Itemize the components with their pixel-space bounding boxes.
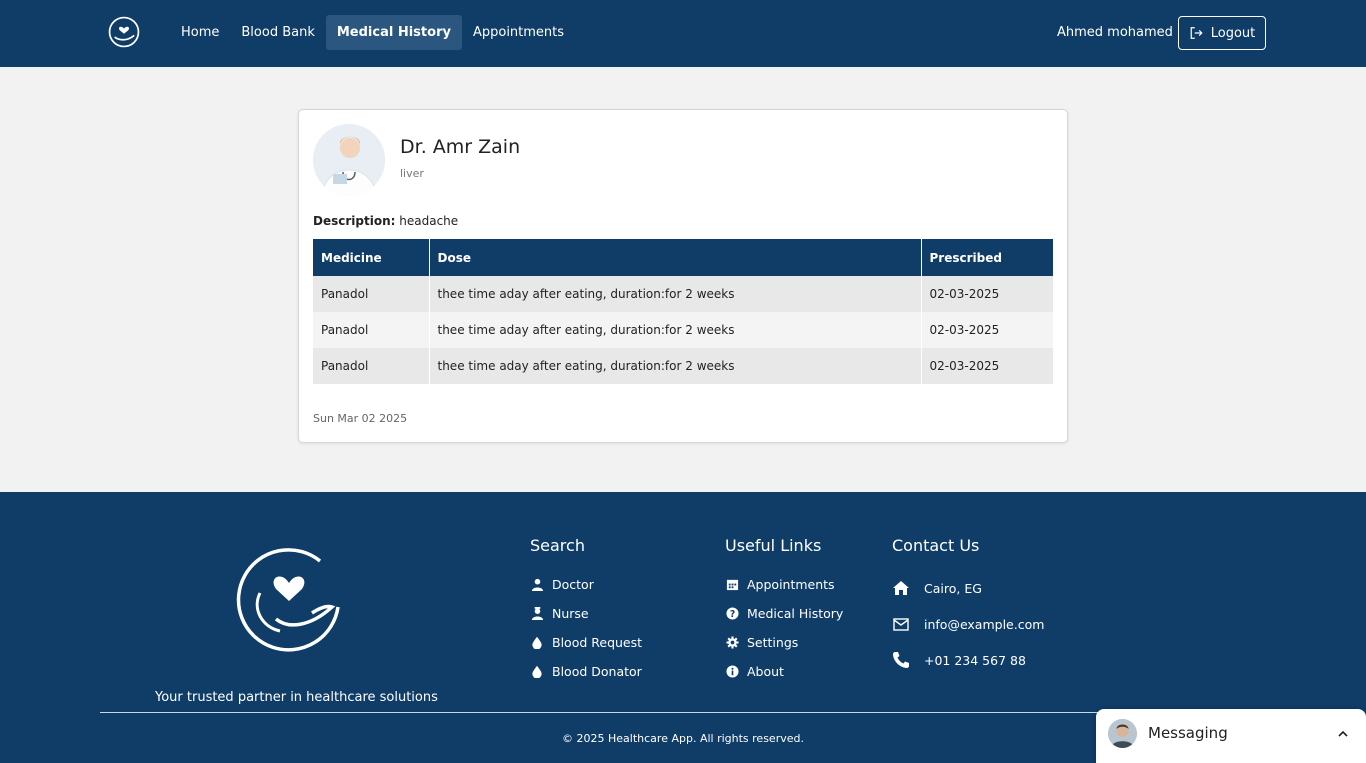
doctor-photo-icon bbox=[313, 124, 385, 196]
heart-hand-logo-icon[interactable] bbox=[107, 15, 141, 49]
contact-address: Cairo, EG bbox=[892, 570, 1044, 606]
footer-link-label: Medical History bbox=[747, 606, 844, 621]
footer-contact-column: Contact Us Cairo, EG info@example.com +0… bbox=[892, 536, 1044, 678]
user-photo-icon bbox=[1108, 719, 1137, 748]
footer-search-column: Search Doctor Nurse Blood Request Blood … bbox=[530, 536, 642, 686]
header-prescribed: Prescribed bbox=[921, 239, 1053, 276]
table-row: Panadol thee time aday after eating, dur… bbox=[313, 348, 1053, 384]
contact-label: Cairo, EG bbox=[924, 580, 982, 596]
medical-record-card: Dr. Amr Zain liver Description: headache… bbox=[298, 109, 1068, 443]
envelope-icon bbox=[892, 615, 910, 633]
info-icon bbox=[725, 665, 739, 679]
table-header-row: Medicine Dose Prescribed bbox=[313, 239, 1053, 276]
nav-home[interactable]: Home bbox=[170, 15, 230, 50]
table-row: Panadol thee time aday after eating, dur… bbox=[313, 276, 1053, 312]
header-medicine: Medicine bbox=[313, 239, 430, 276]
footer-useful-links-column: Useful Links Appointments ? Medical Hist… bbox=[725, 536, 843, 686]
footer-link-medical-history[interactable]: ? Medical History bbox=[725, 599, 843, 628]
cell-dose: thee time aday after eating, duration:fo… bbox=[429, 312, 922, 348]
calendar-icon bbox=[725, 578, 739, 592]
nav-links: Home Blood Bank Medical History Appointm… bbox=[170, 15, 575, 50]
doctor-specialty: liver bbox=[400, 167, 424, 180]
question-circle-icon: ? bbox=[725, 607, 739, 621]
table-row: Panadol thee time aday after eating, dur… bbox=[313, 312, 1053, 348]
doctor-avatar bbox=[313, 124, 385, 196]
contact-label: info@example.com bbox=[924, 616, 1045, 632]
cell-prescribed: 02-03-2025 bbox=[921, 312, 1053, 348]
description-label: Description: bbox=[313, 214, 396, 228]
footer-link-label: Doctor bbox=[552, 577, 594, 592]
messaging-widget[interactable]: Messaging bbox=[1096, 709, 1366, 763]
contact-phone[interactable]: +01 234 567 88 bbox=[892, 642, 1044, 678]
footer-link-blood-donator[interactable]: Blood Donator bbox=[530, 657, 642, 686]
header-dose: Dose bbox=[429, 239, 922, 276]
nav-medical-history[interactable]: Medical History bbox=[325, 15, 462, 50]
description-value: headache bbox=[399, 214, 459, 228]
record-date: Sun Mar 02 2025 bbox=[313, 412, 408, 425]
logout-button[interactable]: Logout bbox=[1178, 16, 1266, 50]
blood-drop-icon bbox=[530, 665, 544, 679]
messaging-label: Messaging bbox=[1148, 724, 1228, 742]
footer-link-label: Appointments bbox=[747, 577, 835, 592]
footer-link-doctor[interactable]: Doctor bbox=[530, 570, 642, 599]
home-icon bbox=[892, 579, 910, 597]
contact-label: +01 234 567 88 bbox=[924, 652, 1026, 668]
footer-link-label: Blood Request bbox=[552, 635, 643, 650]
cell-medicine: Panadol bbox=[313, 312, 430, 348]
top-navbar: Home Blood Bank Medical History Appointm… bbox=[0, 0, 1366, 67]
logout-label: Logout bbox=[1210, 25, 1256, 41]
svg-text:?: ? bbox=[729, 609, 734, 620]
description: Description: headache bbox=[313, 214, 458, 228]
footer-contact-title: Contact Us bbox=[892, 536, 980, 555]
nurse-icon bbox=[530, 607, 544, 621]
cell-prescribed: 02-03-2025 bbox=[921, 276, 1053, 312]
chevron-up-icon[interactable] bbox=[1336, 727, 1350, 741]
nav-appointments[interactable]: Appointments bbox=[462, 15, 575, 50]
doctor-icon bbox=[530, 578, 544, 592]
contact-email[interactable]: info@example.com bbox=[892, 606, 1044, 642]
footer-link-label: Nurse bbox=[552, 606, 589, 621]
footer-link-about[interactable]: About bbox=[725, 657, 843, 686]
cell-medicine: Panadol bbox=[313, 276, 430, 312]
prescription-table: Medicine Dose Prescribed Panadol thee ti… bbox=[313, 239, 1053, 384]
footer-links-title: Useful Links bbox=[725, 536, 822, 555]
doctor-name: Dr. Amr Zain bbox=[400, 136, 521, 158]
gear-icon bbox=[725, 636, 739, 650]
footer-link-label: About bbox=[747, 664, 784, 679]
footer-link-appointments[interactable]: Appointments bbox=[725, 570, 843, 599]
blood-drop-icon bbox=[530, 636, 544, 650]
nav-blood-bank[interactable]: Blood Bank bbox=[230, 15, 325, 50]
logout-icon bbox=[1190, 27, 1203, 39]
user-name: Ahmed mohamed bbox=[1057, 25, 1173, 40]
footer-link-blood-request[interactable]: Blood Request bbox=[530, 628, 642, 657]
footer-link-settings[interactable]: Settings bbox=[725, 628, 843, 657]
heart-hand-logo-icon bbox=[236, 548, 340, 652]
phone-icon bbox=[892, 651, 910, 669]
footer-link-label: Settings bbox=[747, 635, 799, 650]
footer-link-nurse[interactable]: Nurse bbox=[530, 599, 642, 628]
footer-search-title: Search bbox=[530, 536, 585, 555]
footer-link-label: Blood Donator bbox=[552, 664, 642, 679]
cell-prescribed: 02-03-2025 bbox=[921, 348, 1053, 384]
messaging-avatar bbox=[1108, 719, 1137, 748]
footer-divider bbox=[100, 712, 1266, 713]
cell-dose: thee time aday after eating, duration:fo… bbox=[429, 276, 922, 312]
cell-dose: thee time aday after eating, duration:fo… bbox=[429, 348, 922, 384]
footer-tagline: Your trusted partner in healthcare solut… bbox=[155, 690, 438, 705]
cell-medicine: Panadol bbox=[313, 348, 430, 384]
